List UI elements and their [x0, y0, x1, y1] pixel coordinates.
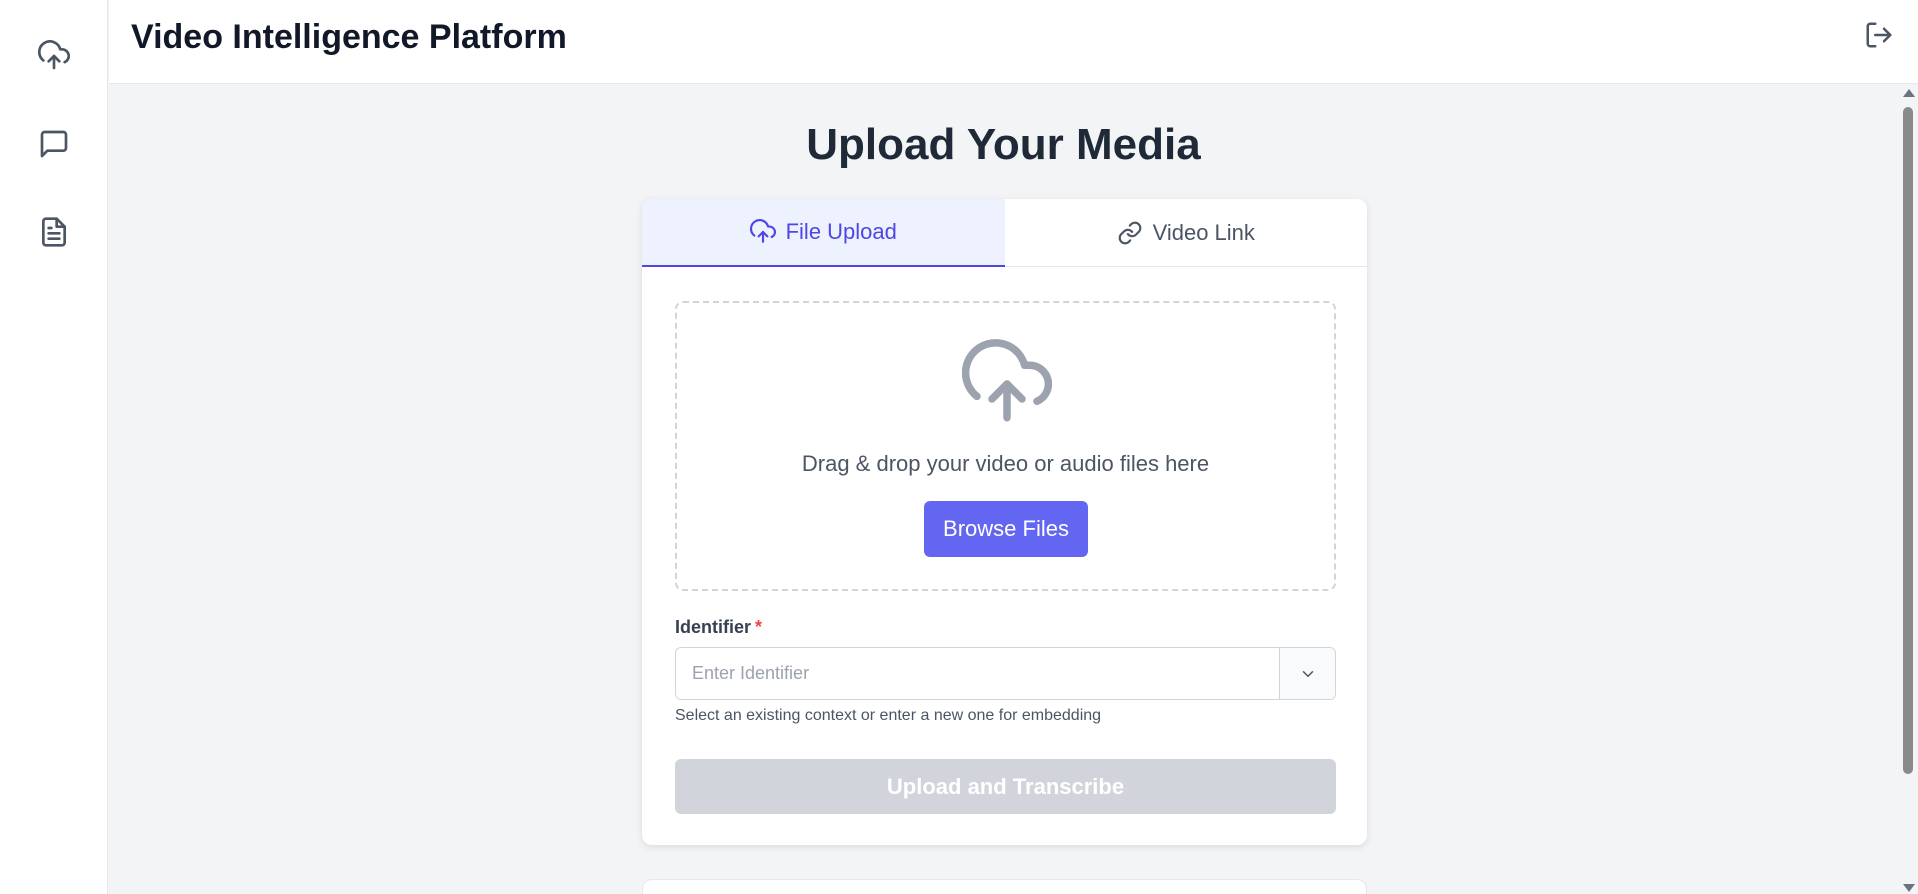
upload-card: File Upload Video Link Drag & drop your … — [642, 199, 1367, 845]
sidebar-item-documents[interactable] — [30, 208, 78, 256]
identifier-input[interactable] — [676, 648, 1279, 699]
document-icon — [42, 217, 66, 247]
sidebar — [0, 0, 108, 894]
link-icon — [1118, 221, 1141, 245]
tab-video-link[interactable]: Video Link — [1005, 199, 1368, 267]
sidebar-item-chat[interactable] — [30, 120, 78, 168]
chevron-down-icon — [1302, 670, 1313, 677]
upload-tabs: File Upload Video Link — [642, 199, 1367, 267]
dropzone-text: Drag & drop your video or audio files he… — [801, 451, 1210, 476]
upload-transcribe-button[interactable]: Upload and Transcribe — [675, 759, 1336, 814]
identifier-label: Identifier * — [675, 617, 762, 638]
main-content: Upload Your Media File Upload Video Link — [109, 85, 1898, 894]
sidebar-item-upload[interactable] — [30, 32, 78, 80]
cloud-upload-icon — [961, 339, 1053, 429]
app-title: Video Intelligence Platform — [131, 18, 567, 56]
identifier-dropdown-button[interactable] — [1279, 648, 1335, 699]
logout-icon — [1866, 22, 1892, 48]
tab-label: File Upload — [785, 219, 897, 244]
scroll-down-arrow[interactable] — [1903, 884, 1915, 892]
identifier-label-text: Identifier — [675, 617, 752, 637]
cloud-upload-icon — [38, 40, 70, 70]
top-bar: Video Intelligence Platform — [109, 0, 1918, 84]
required-mark: * — [755, 617, 763, 637]
identifier-help-text: Select an existing context or enter a ne… — [675, 707, 1102, 724]
cloud-upload-icon — [749, 219, 776, 243]
page-title: Upload Your Media — [806, 120, 1201, 169]
identifier-combobox — [675, 647, 1336, 700]
tab-label: Video Link — [1152, 220, 1255, 245]
tab-file-upload[interactable]: File Upload — [642, 199, 1005, 267]
chat-icon — [40, 130, 68, 158]
logout-button[interactable] — [1864, 20, 1894, 50]
file-dropzone[interactable]: Drag & drop your video or audio files he… — [675, 301, 1336, 591]
secondary-card — [642, 879, 1367, 894]
scroll-up-arrow[interactable] — [1903, 89, 1915, 97]
browse-files-button[interactable]: Browse Files — [924, 501, 1088, 557]
scrollbar-thumb[interactable] — [1903, 107, 1913, 774]
scrollbar[interactable] — [1898, 85, 1918, 894]
